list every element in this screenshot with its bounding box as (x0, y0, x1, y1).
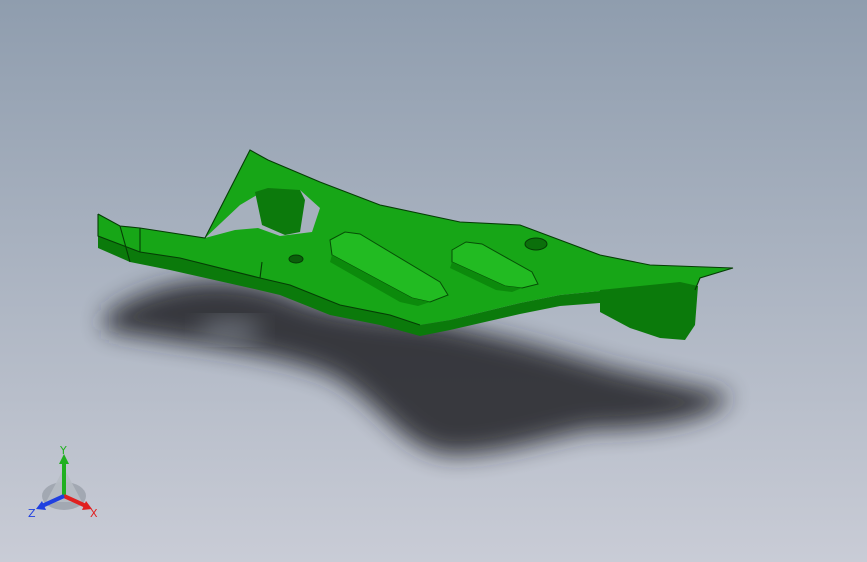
model-view[interactable] (0, 0, 867, 562)
axis-triad: Y X Z (28, 446, 98, 520)
part-hole-left (288, 254, 304, 264)
part-right-flange[interactable] (600, 282, 698, 340)
part-hole-right (524, 237, 548, 251)
x-axis-label: X (90, 507, 98, 520)
graphics-viewport[interactable]: Y X Z (0, 0, 867, 562)
z-axis-label: Z (28, 507, 36, 520)
y-axis-label: Y (59, 446, 67, 457)
